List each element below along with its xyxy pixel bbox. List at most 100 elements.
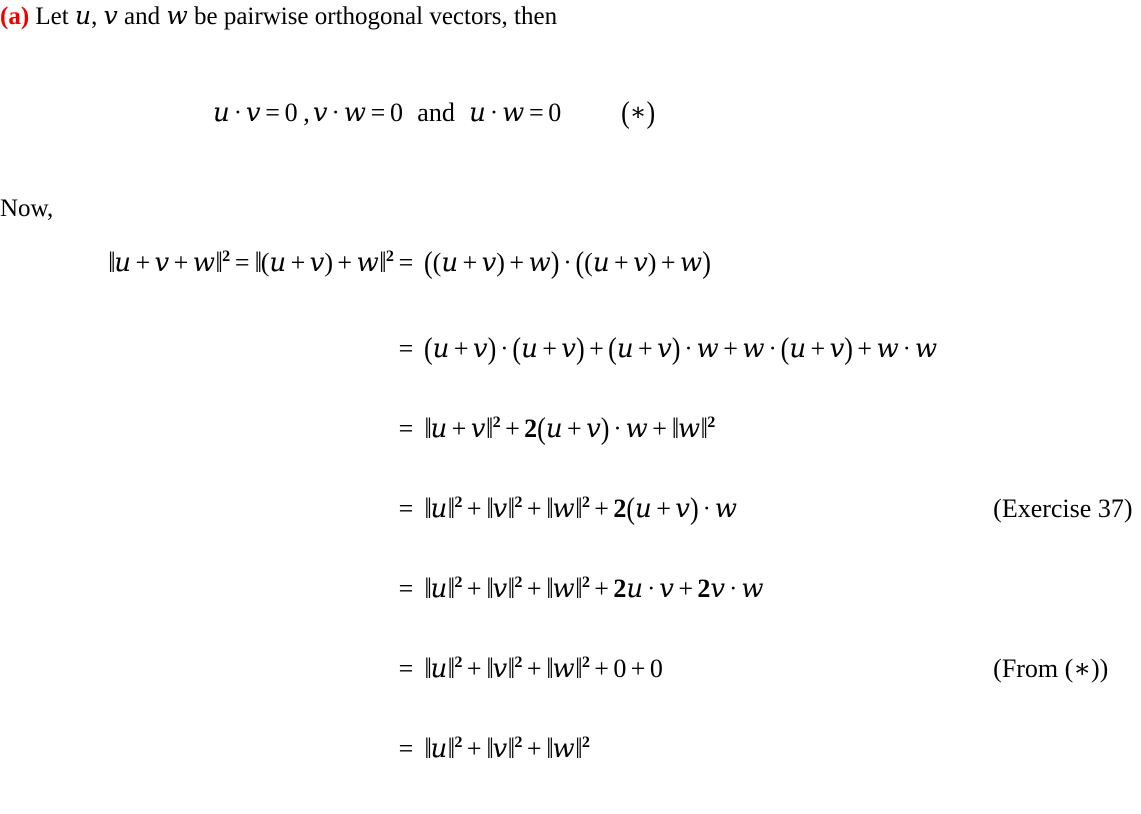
norm-bar-open: ‖ xyxy=(424,652,432,685)
norm-bar-close: ‖ xyxy=(575,492,582,525)
norm-bar-close: ‖ xyxy=(507,572,515,605)
derivation-row-lhs: = xyxy=(398,734,414,763)
norm-bar-close: ‖ xyxy=(507,652,515,685)
dot-operator-icon: · xyxy=(331,99,340,127)
star-eq1-u: u xyxy=(213,98,230,128)
dot-operator-icon: · xyxy=(489,99,499,127)
derivation-row: = ‖u‖2 + ‖v‖2 + ‖w‖2 +2u · v +2v · w xyxy=(0,572,1141,654)
dot-operator-icon: · xyxy=(702,495,711,523)
star-eq1-equals: = xyxy=(265,98,280,127)
star-eq2-v: v xyxy=(312,98,328,128)
star-eq3-equals: = xyxy=(528,98,544,127)
derivation-row-rhs: ‖u + v‖2 +2(u + v) · w + ‖w‖2 xyxy=(424,411,716,446)
norm-bar-open: ‖ xyxy=(546,652,553,685)
intro-separator-1: , xyxy=(91,3,104,30)
norm-bar-close: ‖ xyxy=(507,732,515,765)
dot-operator-icon: · xyxy=(902,335,911,363)
orthogonality-conditions-equation: u · v = 0, v · w = 0 and u · w = 0 (∗) xyxy=(213,94,655,133)
norm-bar-close: ‖ xyxy=(447,492,455,525)
dot-operator-icon: · xyxy=(563,249,572,277)
derivation-row-note xyxy=(963,414,1141,494)
intro-text-lead: Let xyxy=(29,3,75,30)
intro-separator-2: and xyxy=(117,3,167,30)
norm-bar-close: ‖ xyxy=(379,246,386,279)
dot-operator-icon: · xyxy=(233,99,242,127)
derivation-row: = (u + v) · (u + v) + (u + v) · w + w · (u + v) + w · w xyxy=(0,331,1141,414)
norm-bar-close: ‖ xyxy=(447,732,455,765)
star-eq2-w: w xyxy=(343,98,366,128)
norm-bar-open: ‖ xyxy=(424,572,432,605)
intro-variable-u: u xyxy=(74,1,92,30)
norm-bar-open: ‖ xyxy=(254,246,262,279)
star-comma-1: , xyxy=(303,98,310,127)
dot-operator-icon: · xyxy=(684,335,693,363)
derivation-row: = ‖u‖2 + ‖v‖2 + ‖w‖2 xyxy=(0,732,1141,814)
norm-bar-open: ‖ xyxy=(108,246,115,279)
tag-paren-open: ( xyxy=(621,95,630,130)
star-eq2-zero: 0 xyxy=(390,98,403,127)
intro-variable-v: v xyxy=(103,1,118,30)
star-eq2-equals: = xyxy=(370,98,386,127)
star-and-word: and xyxy=(417,98,455,127)
norm-bar-close: ‖ xyxy=(447,652,455,685)
derivation-row: = ‖u + v‖2 +2(u + v) · w + ‖w‖2 xyxy=(0,411,1141,494)
part-label-a: (a) xyxy=(0,3,30,30)
dot-operator-icon: · xyxy=(768,335,777,363)
norm-bar-open: ‖ xyxy=(424,732,432,765)
intro-text-tail: be pairwise orthogonal vectors, then xyxy=(187,3,558,30)
norm-bar-open: ‖ xyxy=(424,412,432,445)
norm-bar-open: ‖ xyxy=(486,572,493,605)
derivation-row: ‖u + v + w‖2 = ‖(u + v) + w‖2 = ((u + v) + w) · ((u + v) + w) xyxy=(0,245,1141,334)
norm-bar-close: ‖ xyxy=(575,652,582,685)
derivation-row-rhs: ‖u‖2 + ‖v‖2 + ‖w‖2 +0 +0 xyxy=(424,652,663,685)
dot-operator-icon: · xyxy=(500,335,509,363)
derivation-row-note xyxy=(963,248,1141,334)
derivation-row-lhs: = xyxy=(398,414,414,443)
derivation-note-exercise: (Exercise 37) xyxy=(993,494,1133,523)
star-eq1-zero: 0 xyxy=(284,98,298,127)
norm-bar-open: ‖ xyxy=(546,492,553,525)
derivation-row-note xyxy=(963,734,1141,814)
norm-bar-open: ‖ xyxy=(486,652,493,685)
norm-bar-open: ‖ xyxy=(486,732,493,765)
now-connector-text: Now, xyxy=(0,195,54,222)
asterisk-icon: ∗ xyxy=(629,99,647,127)
norm-bar-close: ‖ xyxy=(507,492,515,525)
derivation-row-note xyxy=(963,334,1141,414)
norm-bar-close: ‖ xyxy=(447,572,455,605)
dot-operator-icon: · xyxy=(613,415,622,443)
derivation-row-lhs: = xyxy=(398,574,414,603)
derivation-row-lhs: ‖u + v + w‖2 = ‖(u + v) + w‖2 = xyxy=(108,246,414,279)
star-eq3-zero: 0 xyxy=(548,98,562,127)
norm-bar-close: ‖ xyxy=(575,732,582,765)
derivation-row-rhs: ‖u‖2 + ‖v‖2 + ‖w‖2 +2(u + v) · w xyxy=(424,491,738,526)
derivation-row: = ‖u‖2 + ‖v‖2 + ‖w‖2 +0 +0 (From (∗)) xyxy=(0,652,1141,734)
intro-statement: (a) Let u, v and w be pairwise orthogona… xyxy=(0,0,557,33)
norm-bar-close: ‖ xyxy=(700,412,708,445)
derivation-row-rhs: (u + v) · (u + v) + (u + v) · w + w · (u + v) + w · w xyxy=(424,331,938,366)
norm-bar-open: ‖ xyxy=(671,412,679,445)
dot-operator-icon: · xyxy=(729,575,738,603)
intro-variable-w: w xyxy=(166,1,188,30)
star-eq3-w: w xyxy=(502,98,525,128)
norm-bar-close: ‖ xyxy=(575,572,582,605)
derivation-equation-block: ‖u + v + w‖2 = ‖(u + v) + w‖2 = ((u + v) + w) · ((u + v) + w)… xyxy=(0,245,1141,814)
norm-bar-open: ‖ xyxy=(486,492,493,525)
norm-bar-open: ‖ xyxy=(546,732,553,765)
equation-tag-star: (∗) xyxy=(561,95,655,129)
derivation-row-lhs: = xyxy=(398,334,414,363)
norm-bar-close: ‖ xyxy=(485,412,493,445)
derivation-row: = ‖u‖2 + ‖v‖2 + ‖w‖2 +2(u + v) · w (Exercise 37) xyxy=(0,491,1141,574)
star-eq1-v: v xyxy=(245,98,261,128)
derivation-row-rhs: ‖u‖2 + ‖v‖2 + ‖w‖2 +2u · v +2v · w xyxy=(424,572,764,605)
derivation-row-lhs: = xyxy=(398,494,414,523)
derivation-row-note xyxy=(963,574,1141,654)
derivation-row-rhs: ‖u‖2 + ‖v‖2 + ‖w‖2 xyxy=(424,732,590,765)
tag-paren-close: ) xyxy=(646,95,656,130)
derivation-note-from-star: (From (∗)) xyxy=(993,654,1109,683)
norm-bar-close: ‖ xyxy=(215,246,223,279)
norm-bar-open: ‖ xyxy=(424,492,432,525)
dot-operator-icon: · xyxy=(647,575,656,603)
norm-bar-open: ‖ xyxy=(546,572,553,605)
derivation-row-lhs: = xyxy=(398,654,414,683)
